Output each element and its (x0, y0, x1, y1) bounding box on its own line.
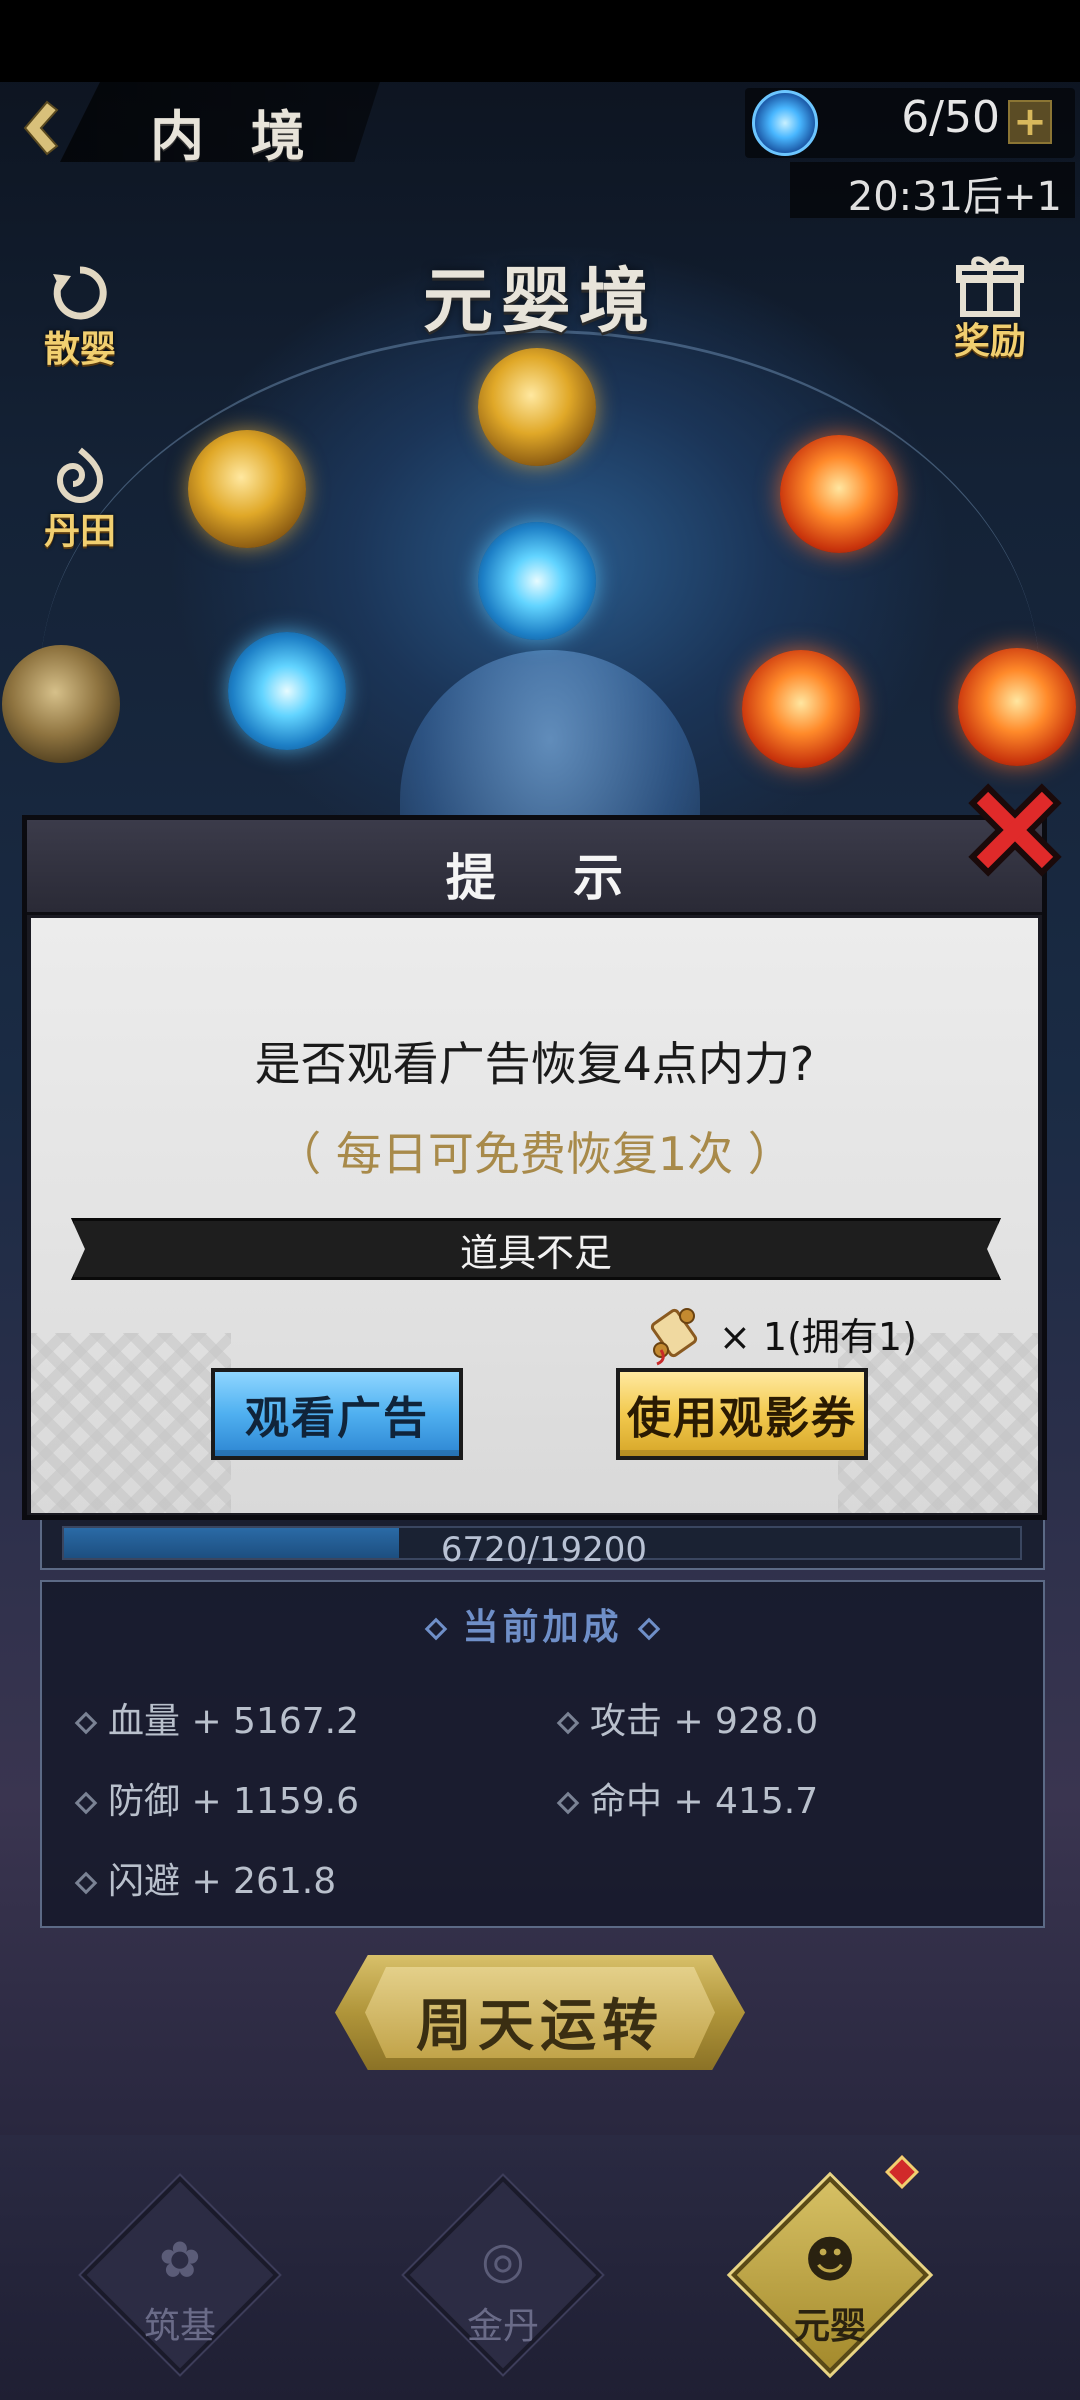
free-restore-note: （ 每日可免费恢复1次 ） (275, 1127, 794, 1181)
game-screen: 内 境 6/50 + 20:31后+1 元婴境 散婴 丹田 奖励 6720/19… (0, 0, 1080, 2400)
dialog-question: 是否观看广告恢复4点内力? (254, 1037, 815, 1091)
item-cost-row: × 1(拥有1) (641, 1298, 917, 1368)
insufficient-text: 道具不足 (459, 1231, 612, 1275)
dialog-body: 是否观看广告恢复4点内力? （ 每日可免费恢复1次 ） 道具不足 × 1(拥有1… (31, 918, 1038, 1513)
close-icon (968, 783, 1062, 877)
item-count: × 1(拥有1) (719, 1314, 917, 1359)
ticket-scroll-icon (650, 1308, 698, 1366)
decor-pattern (31, 1333, 231, 1513)
use-ticket-button[interactable]: 使用观影券 (616, 1368, 868, 1460)
close-button[interactable] (960, 775, 1070, 885)
dialog-title: 提 示 (445, 849, 654, 907)
dialog-header: 提 示 (27, 820, 1042, 915)
prompt-dialog: 提 示 是否观看广告恢复4点内力? （ 每日可免费恢复1次 ） 道具不足 × 1… (22, 815, 1047, 1520)
watch-ad-button[interactable]: 观看广告 (211, 1368, 463, 1460)
